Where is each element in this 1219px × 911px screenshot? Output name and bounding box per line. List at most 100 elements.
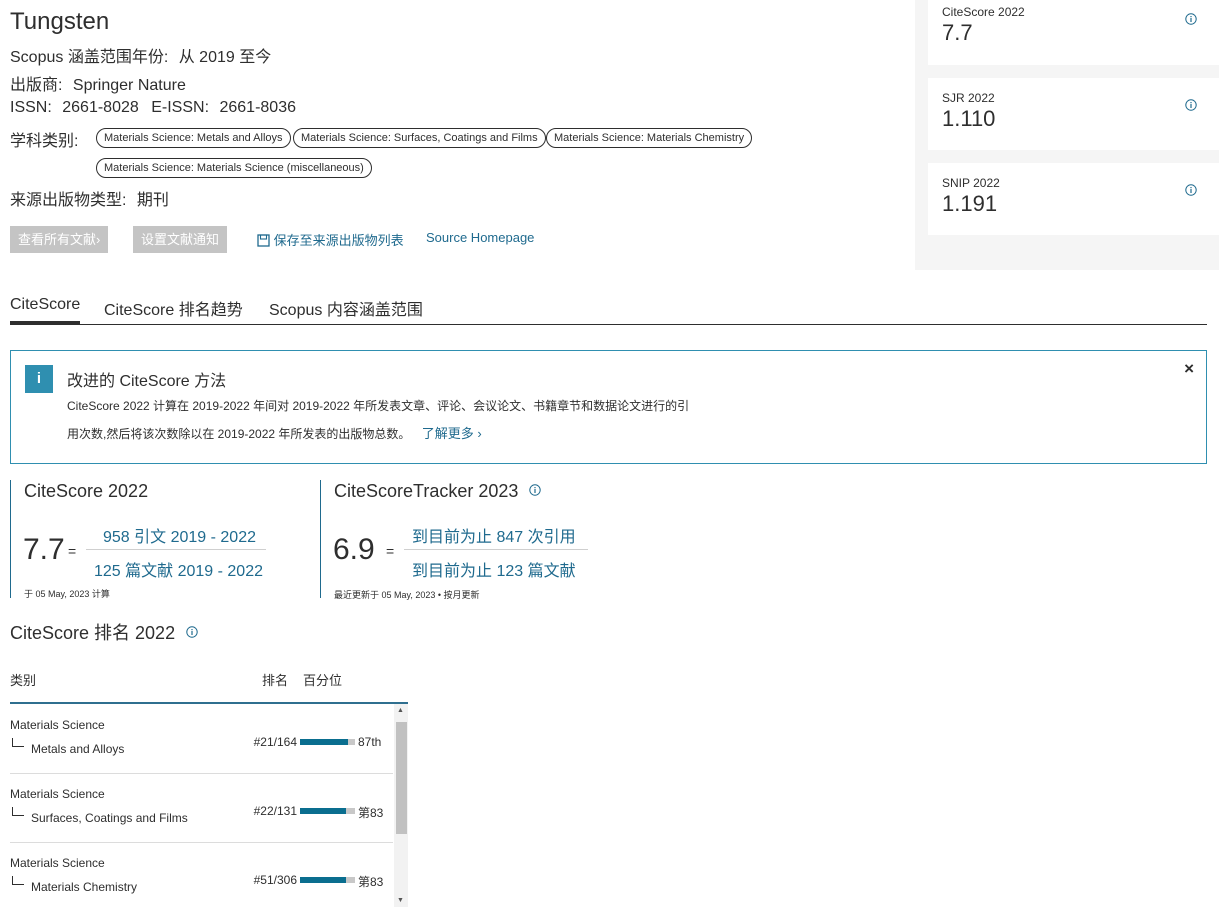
scrollbar[interactable]: ▲ ▼	[394, 704, 408, 907]
info-icon[interactable]	[1185, 13, 1197, 25]
info-icon[interactable]	[186, 626, 198, 638]
save-to-list-link[interactable]: 保存至来源出版物列表	[257, 230, 404, 249]
tracker-update-note: 最近更新于 05 May, 2023 • 按月更新	[334, 590, 480, 600]
tab-citescore-rank-trend[interactable]: CiteScore 排名趋势	[104, 296, 243, 320]
citescore-numerator[interactable]: 958 引文 2019 - 2022	[103, 523, 256, 547]
notice-body-line2: 用次数,然后将该次数除以在 2019-2022 年所发表的出版物总数。 了解更多…	[67, 423, 482, 442]
source-homepage-link[interactable]: Source Homepage	[426, 230, 534, 245]
save-to-list-label: 保存至来源出版物列表	[273, 233, 404, 248]
tree-connector-icon	[12, 807, 24, 816]
column-header-category: 类别	[10, 673, 37, 688]
category-name: Materials Science	[10, 856, 105, 870]
citescore-denominator[interactable]: 125 篇文献 2019 - 2022	[94, 557, 263, 581]
chevron-right-icon: ›	[96, 232, 101, 247]
coverage-row: Scopus 涵盖范围年份: 从 2019 至今	[10, 43, 271, 67]
source-info-card: Tungsten Scopus 涵盖范围年份: 从 2019 至今 出版商: S…	[0, 0, 915, 270]
snip-metric-card: SNIP 2022 1.191	[928, 163, 1219, 235]
category-name: Materials Science	[10, 718, 105, 732]
methodology-notice: i 改进的 CiteScore 方法 CiteScore 2022 计算在 20…	[10, 350, 1207, 464]
scrollbar-thumb[interactable]	[396, 722, 407, 834]
view-all-label: 查看所有文献	[18, 232, 97, 247]
metric-value: 1.191	[942, 191, 998, 216]
scroll-down-icon[interactable]: ▼	[397, 897, 404, 904]
subject-tag[interactable]: Materials Science: Materials Chemistry	[546, 128, 753, 148]
metric-value: 1.110	[942, 106, 996, 131]
citescore-title: CiteScore 2022	[24, 481, 149, 501]
issn-row: ISSN: 2661-8028 E-ISSN: 2661-8036	[10, 99, 296, 117]
publisher-label: 出版商:	[10, 77, 63, 94]
metric-label: SJR 2022	[942, 91, 995, 105]
metric-label: CiteScore 2022	[942, 5, 1025, 19]
percentile-bar-fill	[300, 877, 346, 883]
info-badge-icon: i	[25, 365, 53, 393]
issn-value: 2661-8028	[62, 99, 139, 116]
tracker-title: CiteScoreTracker 2023	[334, 481, 519, 501]
fraction-line	[86, 549, 266, 550]
percentile-bar	[300, 877, 355, 883]
sjr-metric-card: SJR 2022 1.110	[928, 78, 1219, 150]
source-title: Tungsten	[10, 8, 110, 35]
eissn-label: E-ISSN:	[151, 99, 210, 116]
coverage-label: Scopus 涵盖范围年份:	[10, 49, 169, 66]
percentile-bar	[300, 808, 355, 814]
tracker-denominator[interactable]: 到目前为止 123 篇文献	[412, 557, 576, 581]
tab-scopus-coverage[interactable]: Scopus 内容涵盖范围	[269, 296, 423, 320]
percentile-value: 第83	[358, 806, 384, 820]
save-icon	[257, 234, 270, 247]
notice-body-text: 用次数,然后将该次数除以在 2019-2022 年所发表的出版物总数。	[67, 427, 411, 441]
subject-tag[interactable]: Materials Science: Surfaces, Coatings an…	[293, 128, 546, 148]
tree-connector-icon	[12, 876, 24, 885]
column-header-rank: 排名	[262, 673, 289, 688]
subcategory-name: Materials Chemistry	[31, 880, 138, 894]
type-label: 来源出版物类型:	[10, 192, 127, 209]
notice-body-line1: CiteScore 2022 计算在 2019-2022 年间对 2019-20…	[67, 399, 690, 413]
rank-value: #22/131	[253, 804, 297, 818]
subject-tag[interactable]: Materials Science: Materials Science (mi…	[96, 158, 372, 178]
type-value: 期刊	[136, 192, 169, 209]
close-icon[interactable]: ×	[1184, 359, 1194, 379]
publisher-value: Springer Nature	[72, 77, 186, 94]
chevron-right-icon: ›	[477, 426, 482, 441]
tab-citescore[interactable]: CiteScore	[10, 296, 81, 324]
tracker-value: 6.9	[333, 533, 375, 566]
tracker-divider	[320, 480, 321, 598]
coverage-value: 从 2019 至今	[178, 49, 272, 66]
equals-sign: =	[68, 543, 77, 559]
ranking-table: Materials Science Metals and Alloys #21/…	[10, 702, 408, 907]
percentile-bar	[300, 739, 355, 745]
tab-bar: CiteScore CiteScore 排名趋势 Scopus 内容涵盖范围	[10, 294, 1207, 325]
info-icon[interactable]	[1185, 99, 1197, 111]
subcategory-name: Metals and Alloys	[31, 742, 125, 756]
column-header-percentile: 百分位	[303, 673, 343, 688]
type-row: 来源出版物类型: 期刊	[10, 186, 169, 210]
tracker-title-row: CiteScoreTracker 2023	[334, 481, 542, 502]
citescore-divider	[10, 480, 11, 598]
notice-title: 改进的 CiteScore 方法	[67, 373, 227, 390]
fraction-line	[404, 549, 588, 550]
subcategory-name: Surfaces, Coatings and Films	[31, 811, 188, 825]
equals-sign: =	[386, 543, 395, 559]
percentile-value: 第83	[358, 875, 384, 889]
info-icon[interactable]	[1185, 184, 1197, 196]
view-all-documents-button[interactable]: 查看所有文献›	[10, 226, 109, 253]
rank-value: #21/164	[253, 735, 297, 749]
tracker-numerator[interactable]: 到目前为止 847 次引用	[412, 523, 576, 547]
metric-value: 7.7	[942, 20, 973, 45]
table-row: Materials Science Surfaces, Coatings and…	[10, 773, 393, 843]
scroll-up-icon[interactable]: ▲	[397, 707, 404, 714]
percentile-bar-fill	[300, 808, 346, 814]
table-row: Materials Science Metals and Alloys #21/…	[10, 704, 393, 774]
eissn-value: 2661-8036	[219, 99, 296, 116]
learn-more-label: 了解更多	[421, 426, 474, 441]
citescore-value: 7.7	[23, 533, 65, 566]
category-name: Materials Science	[10, 787, 105, 801]
ranking-title-row: CiteScore 排名 2022	[10, 619, 198, 645]
set-alert-label: 设置文献通知	[141, 232, 220, 247]
ranking-title: CiteScore 排名 2022	[10, 623, 176, 643]
learn-more-link[interactable]: 了解更多 ›	[422, 426, 482, 441]
set-alert-button[interactable]: 设置文献通知	[133, 226, 228, 253]
issn-label: ISSN:	[10, 99, 52, 116]
info-icon[interactable]	[529, 484, 542, 496]
subject-label: 学科类别:	[10, 133, 79, 150]
subject-tag[interactable]: Materials Science: Metals and Alloys	[96, 128, 291, 148]
